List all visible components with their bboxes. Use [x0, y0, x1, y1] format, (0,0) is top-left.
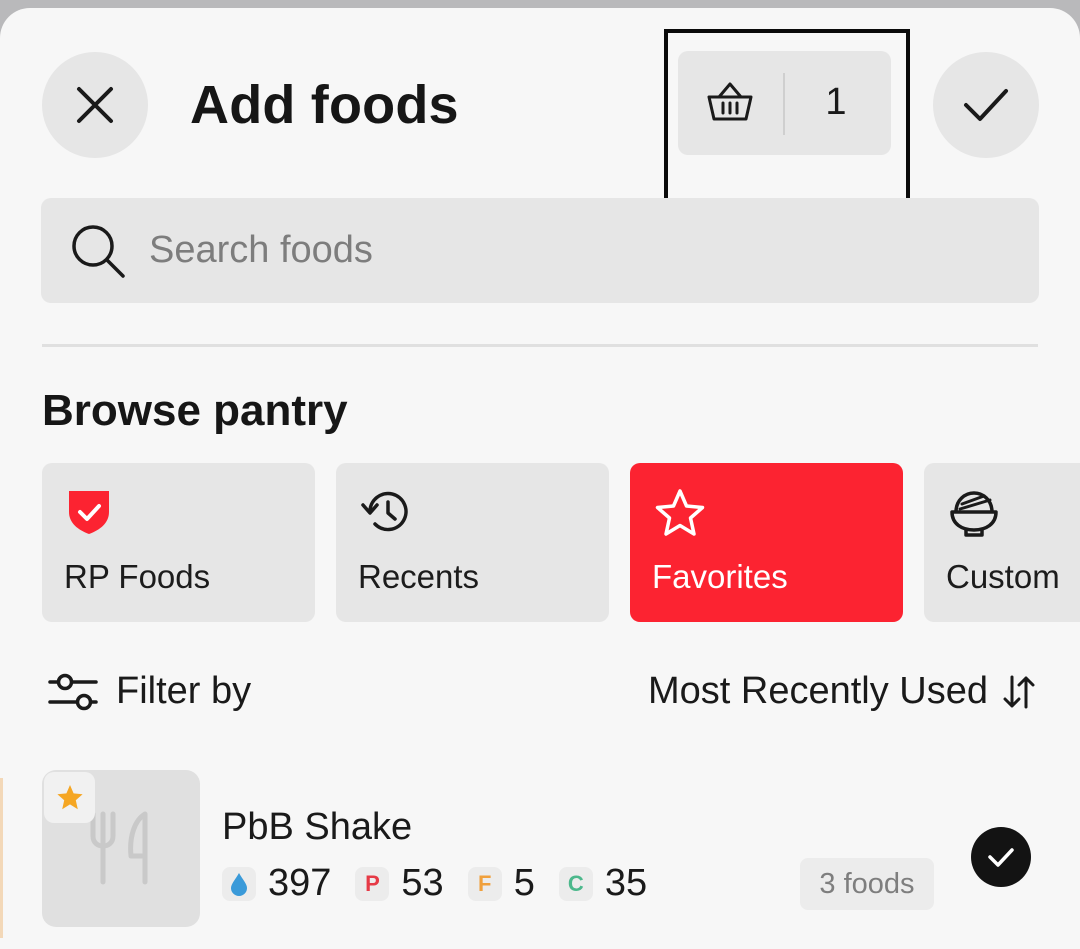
- search-icon: [69, 222, 127, 285]
- category-label: Recents: [358, 558, 480, 595]
- protein-value: 53: [401, 862, 444, 904]
- category-label: Custom: [946, 558, 1060, 595]
- history-icon: [360, 488, 412, 541]
- favorite-badge: [44, 772, 95, 823]
- search-bar[interactable]: [41, 198, 1039, 303]
- fat-value: 5: [513, 862, 535, 904]
- add-foods-sheet: Add foods 1 Browse pantry: [0, 8, 1080, 949]
- fork-knife-icon: [90, 811, 148, 885]
- browse-pantry-heading: Browse pantry: [42, 386, 348, 435]
- close-button[interactable]: [42, 52, 148, 158]
- shield-check-icon: [66, 488, 112, 541]
- highlight-box: [664, 29, 910, 215]
- sliders-icon: [48, 673, 98, 710]
- food-list-item[interactable]: PbB Shake 397 P 53 F 5 C 35 3 foods: [0, 768, 1080, 938]
- bowl-icon: [948, 488, 1000, 543]
- category-favorites[interactable]: Favorites: [630, 463, 903, 622]
- search-input[interactable]: [149, 220, 1009, 280]
- page-title: Add foods: [190, 75, 459, 135]
- carbs-macro: C 35: [558, 862, 648, 905]
- calories-value: 397: [268, 862, 332, 904]
- protein-macro: P 53: [355, 862, 444, 905]
- confirm-button[interactable]: [933, 52, 1039, 158]
- macros-row: 397 P 53 F 5 C 35: [222, 862, 671, 905]
- category-rp-foods[interactable]: RP Foods: [42, 463, 315, 622]
- checkmark-icon: [988, 848, 1014, 867]
- sort-label: Most Recently Used: [647, 670, 988, 712]
- calories-macro: 397: [222, 862, 331, 905]
- category-label: RP Foods: [64, 558, 211, 595]
- fat-macro: F 5: [467, 862, 535, 905]
- category-label: Favorites: [652, 558, 788, 595]
- calorie-drop-icon: [222, 866, 256, 901]
- category-recents[interactable]: Recents: [336, 463, 609, 622]
- close-icon: [77, 87, 113, 123]
- carbs-badge: C: [558, 866, 593, 901]
- filter-button[interactable]: Filter by: [48, 670, 251, 713]
- divider: [42, 344, 1038, 347]
- protein-badge: P: [355, 866, 390, 901]
- fat-badge: F: [467, 866, 502, 901]
- sort-arrows-icon: [1003, 675, 1035, 708]
- foods-count-badge: 3 foods: [800, 858, 934, 910]
- food-name: PbB Shake: [222, 806, 413, 848]
- select-toggle[interactable]: [971, 827, 1031, 887]
- checkmark-icon: [964, 89, 1008, 121]
- filter-label: Filter by: [116, 670, 252, 712]
- carbs-value: 35: [604, 862, 648, 904]
- star-filled-icon: [56, 785, 83, 810]
- row-edge-accent: [0, 778, 3, 938]
- star-icon: [654, 488, 706, 543]
- category-custom[interactable]: Custom: [924, 463, 1080, 622]
- sort-button[interactable]: Most Recently Used: [648, 670, 1036, 713]
